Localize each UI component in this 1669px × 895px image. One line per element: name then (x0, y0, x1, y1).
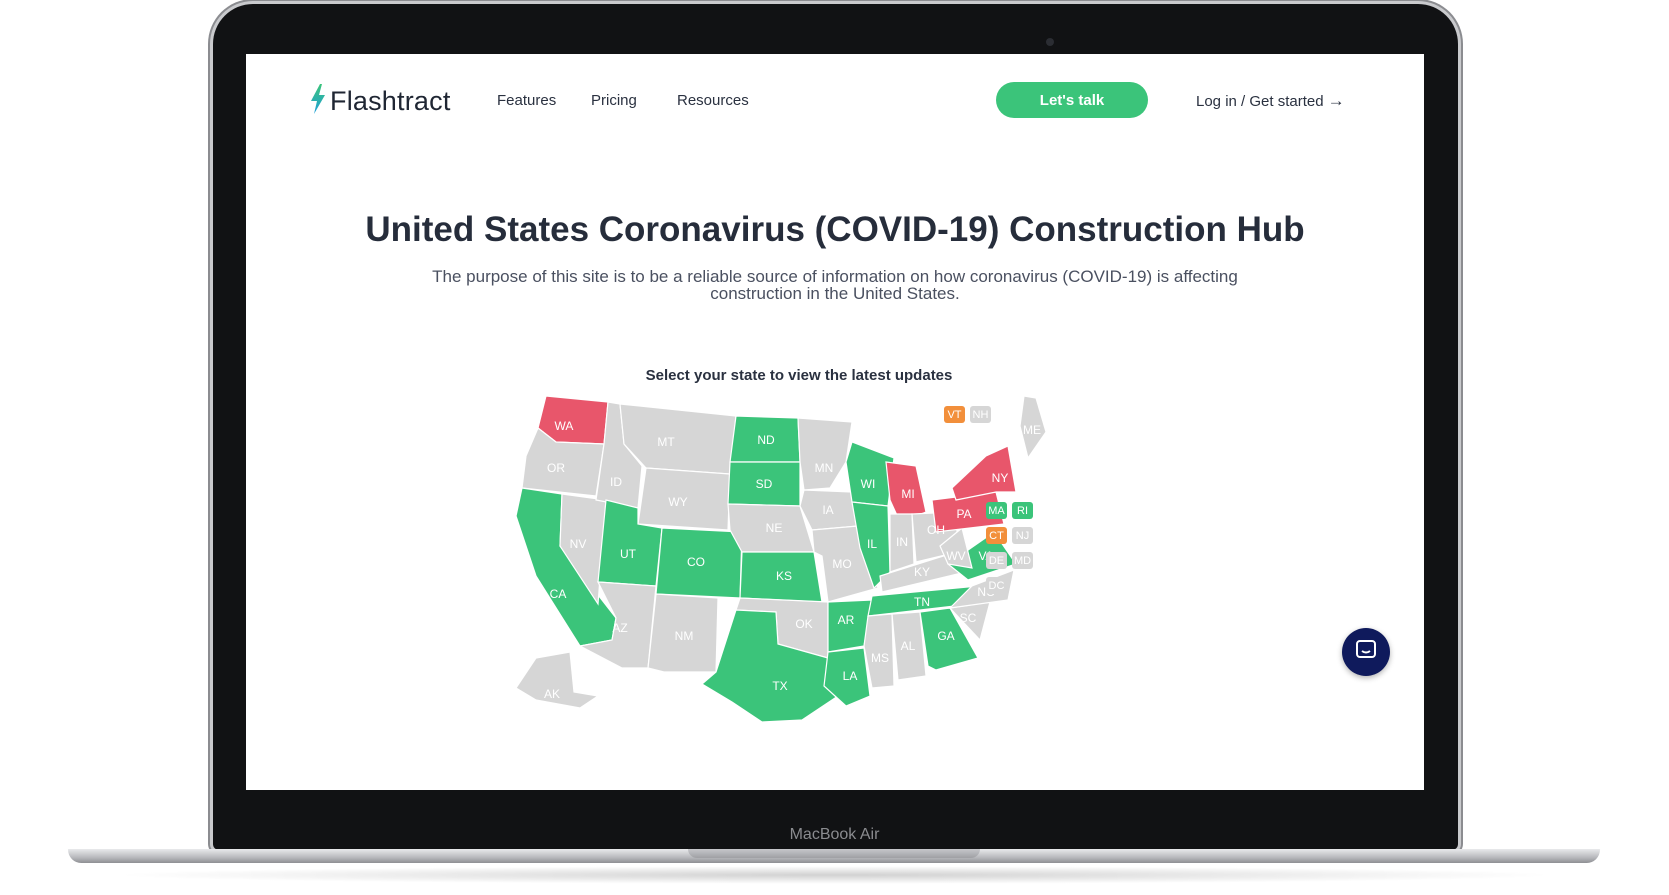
nav-link-pricing[interactable]: Pricing (591, 92, 637, 109)
state-label-tx: TX (772, 679, 787, 693)
state-label-ut: UT (620, 547, 637, 561)
top-nav: Flashtract Features Pricing Resources Le… (246, 54, 1424, 146)
state-label-wi: WI (861, 477, 876, 491)
state-label-nd: ND (757, 433, 775, 447)
state-label-ms: MS (871, 651, 889, 665)
state-label-me: ME (1023, 423, 1041, 437)
state-label-id: ID (610, 475, 622, 489)
state-label-ok: OK (795, 617, 812, 631)
chat-launcher-button[interactable] (1342, 628, 1390, 676)
state-label-ks: KS (776, 569, 792, 583)
state-label-ia: IA (822, 503, 833, 517)
state-label-mn: MN (815, 461, 834, 475)
state-chip-md[interactable]: MD (1012, 552, 1033, 569)
state-label-or: OR (547, 461, 565, 475)
state-label-ar: AR (838, 613, 855, 627)
state-label-pa: PA (956, 507, 971, 521)
us-state-map: WA OR CA NV ID MT WY UT AZ CO NM ND SD NE KS OK TX MN IA MO… (515, 395, 1056, 736)
state-label-mo: MO (832, 557, 851, 571)
state-label-sc: SC (960, 611, 977, 625)
state-label-ny: NY (992, 471, 1009, 485)
screen: Flashtract Features Pricing Resources Le… (246, 54, 1424, 790)
login-label: Log in / Get started (1196, 92, 1324, 110)
state-label-wv: WV (946, 549, 965, 563)
state-label-wy: WY (668, 495, 687, 509)
state-chip-nh[interactable]: NH (970, 406, 991, 423)
device-label: MacBook Air (789, 826, 880, 843)
laptop-shadow (110, 866, 1560, 884)
state-label-ca: CA (550, 587, 567, 601)
state-label-mt: MT (657, 435, 675, 449)
state-label-il: IL (867, 537, 877, 551)
state-chip-ct[interactable]: CT (986, 527, 1007, 544)
state-label-oh: OH (927, 523, 945, 537)
state-label-ga: GA (937, 629, 954, 643)
map-caption: Select your state to view the latest upd… (645, 367, 953, 384)
state-label-la: LA (843, 669, 858, 683)
arrow-right-icon: → (1327, 91, 1345, 110)
state-label-tn: TN (914, 595, 930, 609)
brand-name: Flashtract (330, 86, 451, 116)
page-title: United States Coronavirus (COVID-19) Con… (365, 210, 1305, 249)
chat-bubble-icon (1355, 639, 1377, 666)
lets-talk-button[interactable]: Let's talk (996, 82, 1148, 118)
state-label-wa: WA (555, 419, 574, 433)
state-label-in: IN (896, 535, 908, 549)
page-subtitle: The purpose of this site is to be a reli… (432, 267, 1238, 303)
us-map-svg: WA OR CA NV ID MT WY UT AZ CO NM ND SD NE KS OK TX MN IA MO… (515, 395, 1047, 723)
state-label-ne: NE (766, 521, 783, 535)
state-label-ak: AK (544, 687, 560, 701)
state-label-ky: KY (914, 565, 930, 579)
camera (1046, 38, 1054, 46)
state-chip-nj[interactable]: NJ (1012, 527, 1033, 544)
state-label-mi: MI (901, 487, 914, 501)
state-label-al: AL (901, 639, 916, 653)
state-chip-dc[interactable]: DC (986, 577, 1007, 594)
state-mn[interactable] (797, 417, 853, 491)
state-chip-vt[interactable]: VT (944, 406, 965, 423)
state-chip-ri[interactable]: RI (1012, 502, 1033, 519)
state-chip-ma[interactable]: MA (986, 502, 1007, 519)
state-label-nv: NV (570, 537, 587, 551)
brand-logo[interactable]: Flashtract (310, 84, 451, 119)
state-label-nm: NM (675, 629, 694, 643)
laptop-notch (688, 849, 980, 858)
state-label-az: AZ (612, 621, 627, 635)
lightning-bolt-icon (310, 84, 326, 119)
login-link[interactable]: Log in / Get started → (1196, 91, 1345, 111)
nav-link-features[interactable]: Features (497, 92, 556, 109)
nav-link-resources[interactable]: Resources (677, 92, 749, 109)
state-chip-de[interactable]: DE (986, 552, 1007, 569)
state-label-sd: SD (756, 477, 773, 491)
state-label-co: CO (687, 555, 705, 569)
